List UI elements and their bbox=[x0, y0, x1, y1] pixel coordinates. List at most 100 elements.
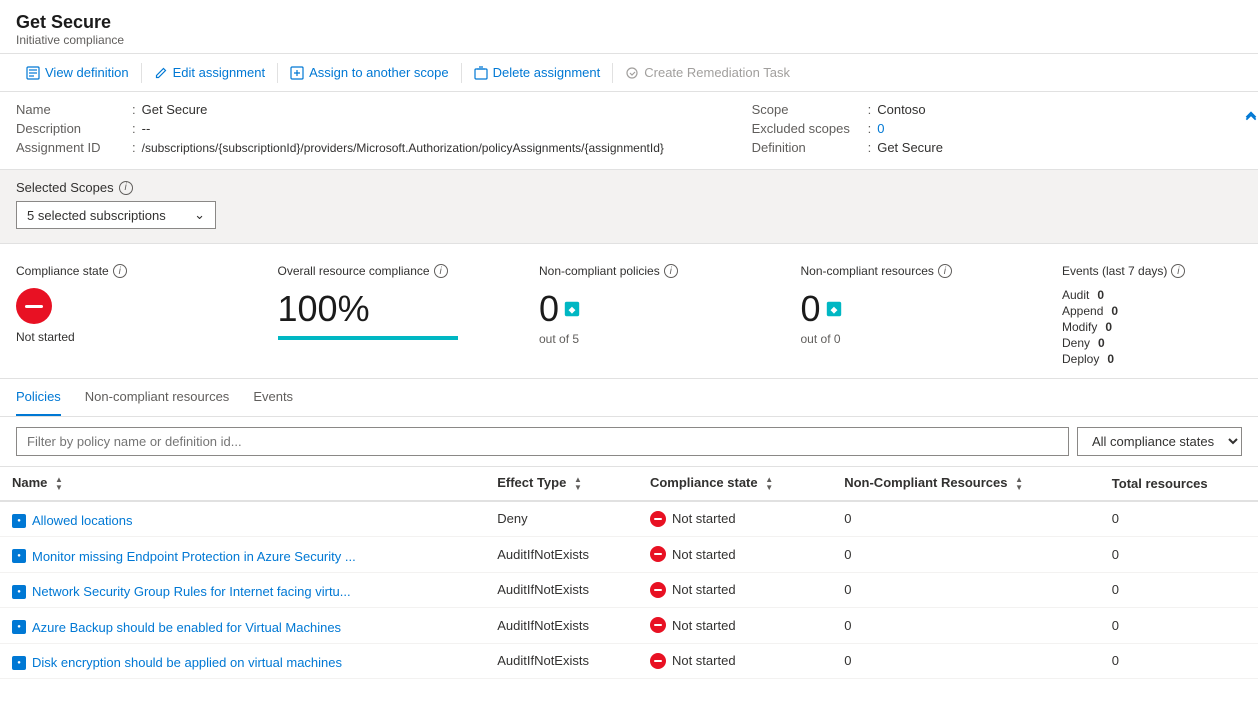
events-row-value: 0 bbox=[1111, 304, 1118, 318]
page-subtitle: Initiative compliance bbox=[16, 33, 1242, 47]
compliance-state-cell: Not started bbox=[638, 537, 832, 573]
collapse-button[interactable] bbox=[1242, 106, 1258, 124]
meta-right: Scope : Contoso Excluded scopes : 0 Defi… bbox=[752, 102, 1242, 159]
tabs-section: Policies Non-compliant resources Events bbox=[0, 379, 1258, 417]
meta-excluded-scopes-value[interactable]: 0 bbox=[877, 121, 884, 136]
overall-resource-progress-fill bbox=[278, 336, 458, 340]
events-info-icon[interactable]: i bbox=[1171, 264, 1185, 278]
compliance-state-value: Not started bbox=[16, 330, 258, 344]
col-header-effect-type[interactable]: Effect Type ▲▼ bbox=[485, 467, 638, 501]
compliance-state-cell: Not started bbox=[638, 643, 832, 679]
compliance-state-block: Compliance state i Not started bbox=[16, 264, 278, 368]
remediation-icon bbox=[625, 66, 639, 80]
edit-assignment-button[interactable]: Edit assignment bbox=[144, 60, 276, 85]
sort-icon-name[interactable]: ▲▼ bbox=[55, 476, 63, 492]
policy-name-cell[interactable]: Monitor missing Endpoint Protection in A… bbox=[0, 537, 485, 573]
compliance-state-cell: Not started bbox=[638, 501, 832, 537]
page-title: Get Secure bbox=[16, 12, 1242, 33]
compliance-state-info-icon[interactable]: i bbox=[113, 264, 127, 278]
create-remediation-button[interactable]: Create Remediation Task bbox=[615, 60, 800, 85]
svg-text:◆: ◆ bbox=[830, 305, 837, 315]
policy-filter-input[interactable] bbox=[16, 427, 1069, 456]
events-row-label: Deploy bbox=[1062, 352, 1099, 366]
non-compliant-policies-value: 0 ◆ bbox=[539, 288, 581, 330]
total-resources-cell: 0 bbox=[1100, 643, 1258, 679]
sort-icon-non-compliant-resources[interactable]: ▲▼ bbox=[1015, 476, 1023, 492]
chevron-down-icon: ⌄ bbox=[194, 207, 205, 223]
effect-type-cell: AuditIfNotExists bbox=[485, 572, 638, 608]
policy-icon bbox=[12, 514, 26, 528]
events-row-label: Audit bbox=[1062, 288, 1089, 302]
non-compliant-resources-title: Non-compliant resources bbox=[801, 264, 934, 278]
policies-table: Name ▲▼Effect Type ▲▼Compliance state ▲▼… bbox=[0, 467, 1258, 679]
non-compliant-resources-cell: 0 bbox=[832, 643, 1100, 679]
policy-name-cell[interactable]: Azure Backup should be enabled for Virtu… bbox=[0, 608, 485, 644]
meta-name-label: Name bbox=[16, 102, 126, 117]
col-header-name[interactable]: Name ▲▼ bbox=[0, 467, 485, 501]
table-row: Azure Backup should be enabled for Virtu… bbox=[0, 608, 1258, 644]
meta-left: Name : Get Secure Description : -- Assig… bbox=[16, 102, 752, 159]
toolbar-separator-3 bbox=[461, 63, 462, 83]
effect-type-cell: AuditIfNotExists bbox=[485, 537, 638, 573]
header: Get Secure Initiative compliance bbox=[0, 0, 1258, 54]
policy-cube-icon: ◆ bbox=[563, 300, 581, 318]
assign-to-scope-button[interactable]: Assign to another scope bbox=[280, 60, 458, 85]
sort-icon-effect-type[interactable]: ▲▼ bbox=[574, 476, 582, 492]
meta-description-row: Description : -- bbox=[16, 121, 752, 136]
effect-type-cell: AuditIfNotExists bbox=[485, 608, 638, 644]
overall-resource-percent: 100% bbox=[278, 288, 520, 330]
tab-policies[interactable]: Policies bbox=[16, 379, 61, 416]
total-resources-cell: 0 bbox=[1100, 537, 1258, 573]
events-row-label: Append bbox=[1062, 304, 1103, 318]
sort-icon-compliance-state[interactable]: ▲▼ bbox=[765, 476, 773, 492]
non-compliant-policies-info-icon[interactable]: i bbox=[664, 264, 678, 278]
events-block: Events (last 7 days) i Audit0Append0Modi… bbox=[1062, 264, 1242, 368]
compliance-state-title: Compliance state bbox=[16, 264, 109, 278]
compliance-state-filter[interactable]: All compliance states bbox=[1077, 427, 1242, 456]
meta-description-label: Description bbox=[16, 121, 126, 136]
policy-name-cell[interactable]: Disk encryption should be applied on vir… bbox=[0, 643, 485, 679]
col-header-non-compliant-resources[interactable]: Non-Compliant Resources ▲▼ bbox=[832, 467, 1100, 501]
toolbar-separator-4 bbox=[612, 63, 613, 83]
policy-name-cell[interactable]: Network Security Group Rules for Interne… bbox=[0, 572, 485, 608]
overall-resource-block: Overall resource compliance i 100% bbox=[278, 264, 540, 368]
meta-description-value: -- bbox=[142, 121, 151, 136]
policies-table-wrapper: Name ▲▼Effect Type ▲▼Compliance state ▲▼… bbox=[0, 467, 1258, 679]
policy-icon bbox=[12, 585, 26, 599]
delete-icon bbox=[474, 66, 488, 80]
tab-non-compliant-resources[interactable]: Non-compliant resources bbox=[85, 379, 230, 416]
effect-type-cell: AuditIfNotExists bbox=[485, 643, 638, 679]
not-started-small-icon bbox=[650, 653, 666, 669]
col-header-compliance-state[interactable]: Compliance state ▲▼ bbox=[638, 467, 832, 501]
meta-assignment-id-value: /subscriptions/{subscriptionId}/provider… bbox=[142, 141, 664, 155]
policy-icon bbox=[12, 656, 26, 670]
events-list: Audit0Append0Modify0Deny0Deploy0 bbox=[1062, 288, 1242, 366]
events-row-value: 0 bbox=[1105, 320, 1112, 334]
meta-section: Name : Get Secure Description : -- Assig… bbox=[0, 92, 1258, 170]
events-row: Audit0 bbox=[1062, 288, 1242, 302]
view-definition-button[interactable]: View definition bbox=[16, 60, 139, 85]
meta-excluded-scopes-label: Excluded scopes bbox=[752, 121, 862, 136]
scope-info-icon[interactable]: i bbox=[119, 181, 133, 195]
delete-assignment-button[interactable]: Delete assignment bbox=[464, 60, 611, 85]
scope-dropdown[interactable]: 5 selected subscriptions ⌄ bbox=[16, 201, 216, 229]
policy-icon bbox=[12, 549, 26, 563]
non-compliant-resources-value: 0 ◆ bbox=[801, 288, 843, 330]
policy-name-cell[interactable]: Allowed locations bbox=[0, 501, 485, 537]
view-definition-icon bbox=[26, 66, 40, 80]
filter-section: All compliance states bbox=[0, 417, 1258, 467]
total-resources-cell: 0 bbox=[1100, 608, 1258, 644]
table-row: Disk encryption should be applied on vir… bbox=[0, 643, 1258, 679]
meta-definition-label: Definition bbox=[752, 140, 862, 155]
overall-resource-info-icon[interactable]: i bbox=[434, 264, 448, 278]
meta-definition-value: Get Secure bbox=[877, 140, 943, 155]
non-compliant-policies-out-of: out of 5 bbox=[539, 332, 781, 346]
tab-events[interactable]: Events bbox=[253, 379, 293, 416]
not-started-small-icon bbox=[650, 511, 666, 527]
non-compliant-resources-info-icon[interactable]: i bbox=[938, 264, 952, 278]
non-compliant-resources-cell: 0 bbox=[832, 537, 1100, 573]
edit-icon bbox=[154, 66, 168, 80]
toolbar: View definition Edit assignment Assign t… bbox=[0, 54, 1258, 92]
events-row-label: Modify bbox=[1062, 320, 1097, 334]
table-row: Monitor missing Endpoint Protection in A… bbox=[0, 537, 1258, 573]
